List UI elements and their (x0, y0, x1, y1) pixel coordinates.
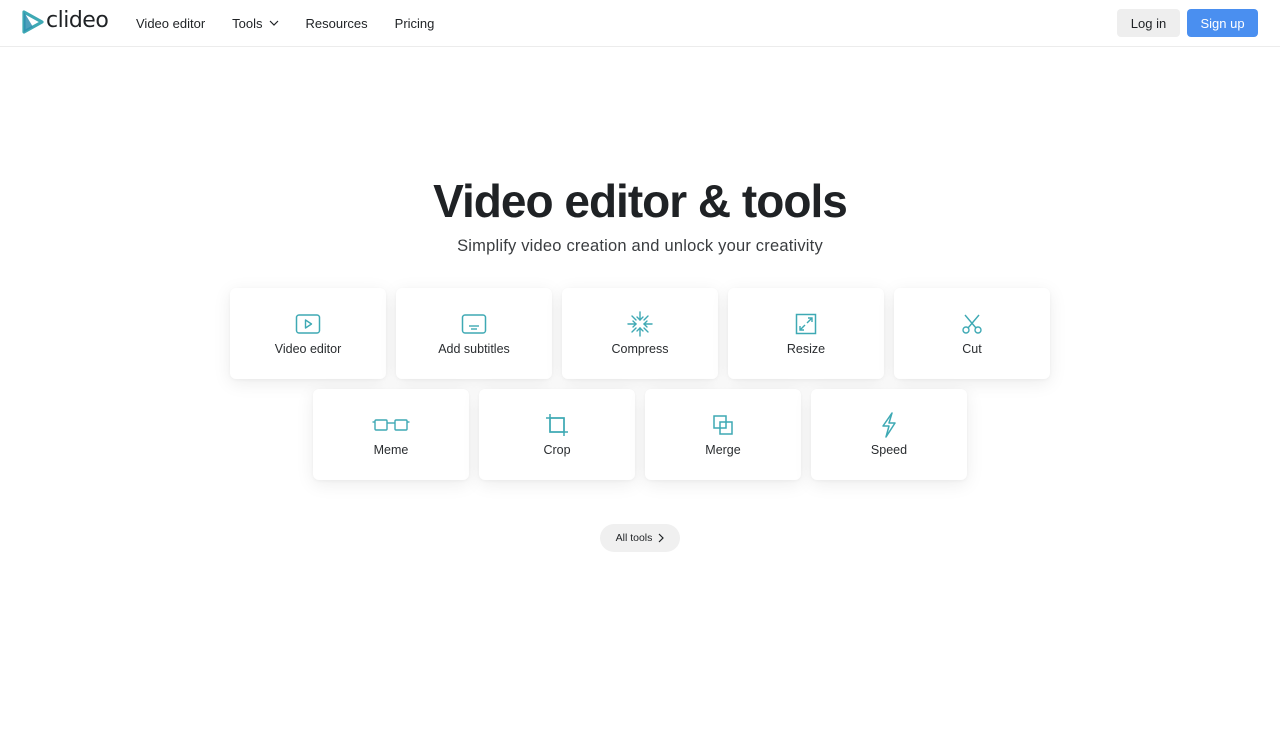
tool-card-label: Resize (786, 342, 826, 356)
tool-card-merge[interactable]: Merge (645, 389, 801, 480)
tool-card-compress[interactable]: Compress (562, 288, 718, 379)
signup-button[interactable]: Sign up (1187, 9, 1258, 37)
scissors-icon (894, 311, 1050, 337)
login-button[interactable]: Log in (1117, 9, 1180, 37)
all-tools-label: All tools (615, 532, 653, 544)
tool-card-crop[interactable]: Crop (479, 389, 635, 480)
nav-resources[interactable]: Resources (306, 16, 368, 31)
logo-wordmark: clideo (46, 8, 109, 33)
nav-label: Tools (232, 15, 263, 31)
clideo-logo-icon (22, 10, 44, 34)
tool-card-speed[interactable]: Speed (811, 389, 967, 480)
all-tools-button[interactable]: All tools (600, 524, 680, 552)
tool-card-add-subtitles[interactable]: Add subtitles (396, 288, 552, 379)
tool-card-label: Add subtitles (438, 342, 510, 356)
tool-card-label: Crop (543, 443, 571, 457)
chevron-down-icon (269, 20, 279, 26)
resize-icon (728, 311, 884, 337)
lightning-icon (811, 412, 967, 438)
tool-card-label: Speed (870, 443, 908, 457)
tool-card-label: Meme (373, 443, 409, 457)
tool-card-label: Merge (705, 443, 741, 457)
tool-card-label: Video editor (274, 342, 342, 356)
tool-card-video-editor[interactable]: Video editor (230, 288, 386, 379)
nav-label: Pricing (394, 15, 435, 31)
tool-card-label: Compress (611, 342, 669, 356)
tool-card-meme[interactable]: Meme (313, 389, 469, 480)
tool-card-label: Cut (962, 342, 982, 356)
merge-icon (645, 412, 801, 438)
nav-tools[interactable]: Tools (232, 16, 278, 31)
crop-icon (479, 412, 635, 438)
page-title: Video editor & tools (433, 175, 848, 227)
clideo-logo[interactable]: clideo (22, 8, 109, 34)
compress-icon (562, 311, 718, 337)
play-icon (230, 311, 386, 337)
tool-card-resize[interactable]: Resize (728, 288, 884, 379)
chevron-right-icon (658, 533, 665, 543)
meme-icon (313, 412, 469, 438)
nav-pricing[interactable]: Pricing (395, 16, 435, 31)
nav-video-editor[interactable]: Video editor (136, 16, 205, 31)
site-header: clideo Video editor Tools Resources Pric… (0, 0, 1280, 47)
tool-card-cut[interactable]: Cut (894, 288, 1050, 379)
subtitles-icon (396, 311, 552, 337)
main-nav: Video editor Tools Resources Pricing (136, 0, 461, 46)
nav-label: Video editor (136, 15, 206, 31)
page-subtitle: Simplify video creation and unlock your … (457, 237, 823, 255)
nav-label: Resources (305, 15, 368, 31)
